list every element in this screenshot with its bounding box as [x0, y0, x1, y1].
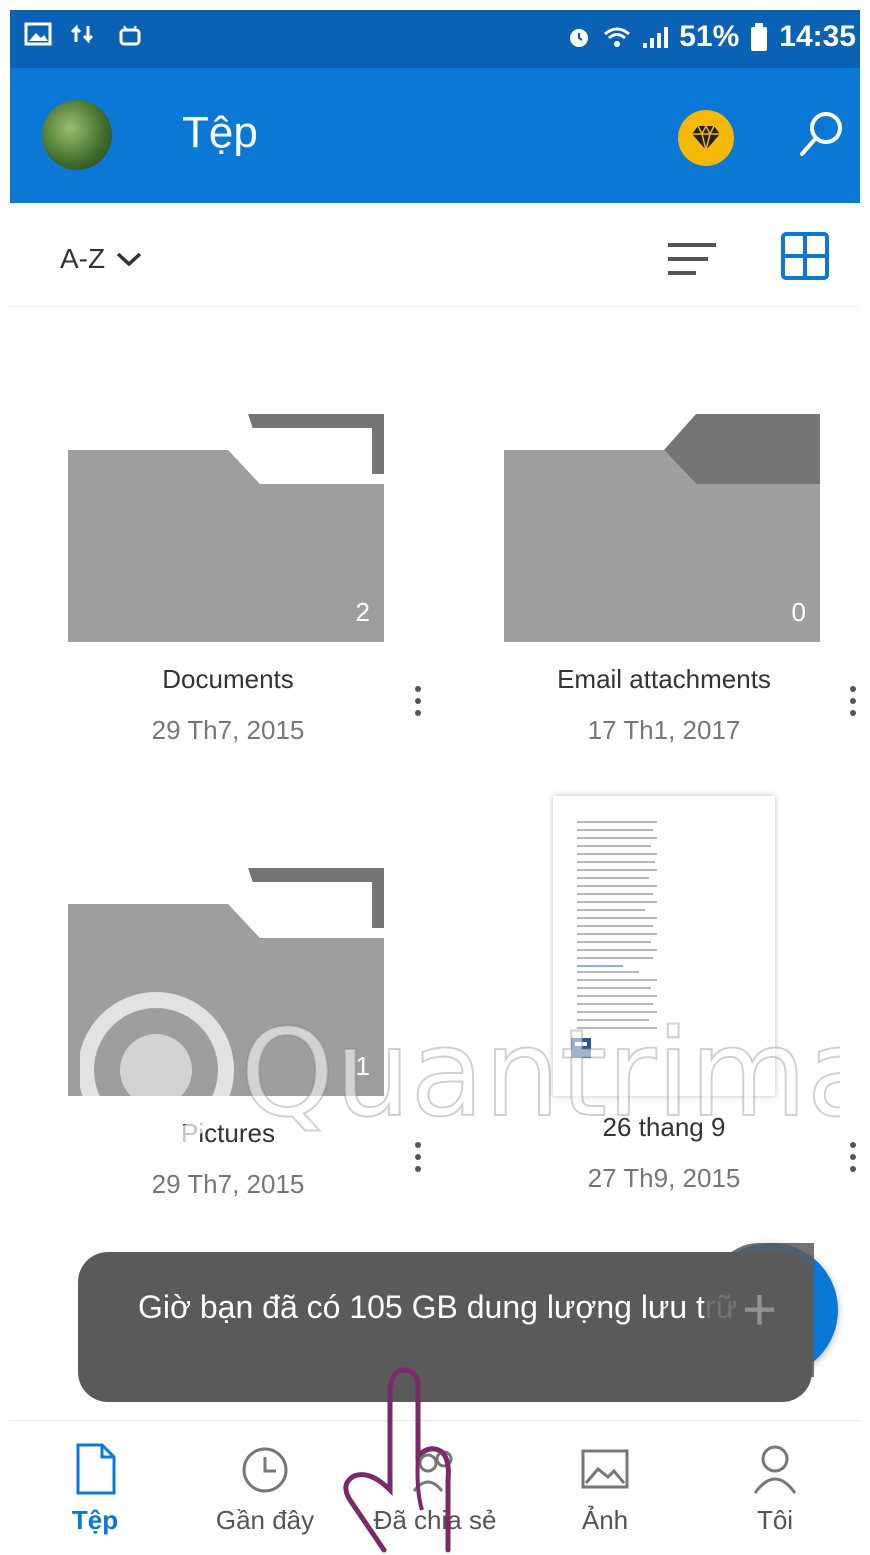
battery-percent: 51% [679, 20, 740, 53]
item-name: 26 thang 9 [602, 1112, 726, 1142]
status-bar: 51% 14:35 [10, 10, 860, 68]
clock-time: 14:35 [779, 20, 856, 53]
file-icon [76, 1443, 116, 1495]
sort-label: A-Z [60, 243, 106, 274]
photo-icon [581, 1449, 629, 1489]
item-date: 29 Th7, 2015 [151, 715, 305, 745]
nav-label: Đã chia sẻ [373, 1505, 497, 1535]
item-date: 17 Th1, 2017 [587, 715, 741, 745]
sort-bar: A-Z [10, 203, 860, 307]
nav-item-recent[interactable]: Gần đây [180, 1421, 350, 1555]
item-date: 29 Th7, 2015 [151, 1169, 305, 1199]
item-count: 0 [791, 597, 806, 627]
gallery-icon [24, 22, 52, 46]
folder-tile[interactable]: 0 Email attachments 17 Th1, 2017 [504, 414, 824, 746]
item-name: Email attachments [557, 664, 771, 694]
plus-icon: + [742, 1276, 778, 1343]
folder-tile[interactable]: 2 Documents 29 Th7, 2015 [68, 414, 388, 746]
item-count: 2 [355, 597, 370, 627]
item-name: Pictures [181, 1118, 275, 1148]
document-tile[interactable]: 26 thang 9 27 Th9, 2015 [504, 1096, 824, 1194]
folder-icon: 1 [68, 868, 384, 1096]
app-bar: Tệp [10, 68, 860, 203]
nav-label: Gần đây [215, 1505, 315, 1535]
nav-item-photos[interactable]: Ảnh [520, 1421, 690, 1555]
data-transfer-icon [70, 24, 94, 44]
toast-text: Giờ bạn đã có 105 GB dung lượng lưu trữ [138, 1289, 737, 1325]
nav-label: Tệp [71, 1505, 119, 1535]
item-date: 27 Th9, 2015 [587, 1163, 741, 1193]
wifi-icon [604, 27, 631, 47]
toast-message: Giờ bạn đã có 105 GB dung lượng lưu trữ [78, 1252, 812, 1402]
battery-icon [751, 23, 768, 51]
document-thumbnail[interactable] [553, 796, 775, 1096]
folder-icon: 2 [68, 414, 384, 642]
more-options-button[interactable] [843, 680, 863, 740]
premium-button[interactable] [678, 110, 734, 166]
alarm-icon [570, 29, 589, 47]
signal-icon [643, 27, 669, 48]
nav-item-files[interactable]: Tệp [10, 1421, 180, 1555]
list-view-icon[interactable] [666, 239, 718, 279]
person-icon [753, 1445, 797, 1494]
grid-view-icon[interactable] [780, 231, 830, 281]
more-options-button[interactable] [843, 1136, 863, 1196]
bottom-nav: Tệp Gần đây Đã chia sẻ Ảnh Tôi [10, 1420, 860, 1555]
page-title: Tệp [182, 108, 258, 157]
nav-label: Ảnh [581, 1505, 629, 1535]
nav-item-me[interactable]: Tôi [690, 1421, 860, 1555]
avatar[interactable] [42, 100, 112, 170]
sort-dropdown[interactable]: A-Z [60, 243, 143, 275]
more-options-button[interactable] [408, 1136, 428, 1196]
folder-tile[interactable]: 1 Pictures 29 Th7, 2015 [68, 868, 388, 1200]
nav-item-shared[interactable]: Đã chia sẻ [350, 1421, 520, 1555]
search-icon[interactable] [792, 104, 852, 164]
clock-icon [242, 1447, 288, 1493]
item-name: Documents [162, 664, 294, 694]
item-count: 1 [355, 1051, 370, 1081]
diamond-icon [692, 124, 720, 151]
android-debug-icon [119, 25, 141, 46]
more-options-button[interactable] [408, 680, 428, 740]
nav-label: Tôi [756, 1505, 794, 1535]
folder-icon: 0 [504, 414, 820, 642]
chevron-down-icon [116, 252, 142, 267]
shared-people-icon [412, 1450, 453, 1492]
